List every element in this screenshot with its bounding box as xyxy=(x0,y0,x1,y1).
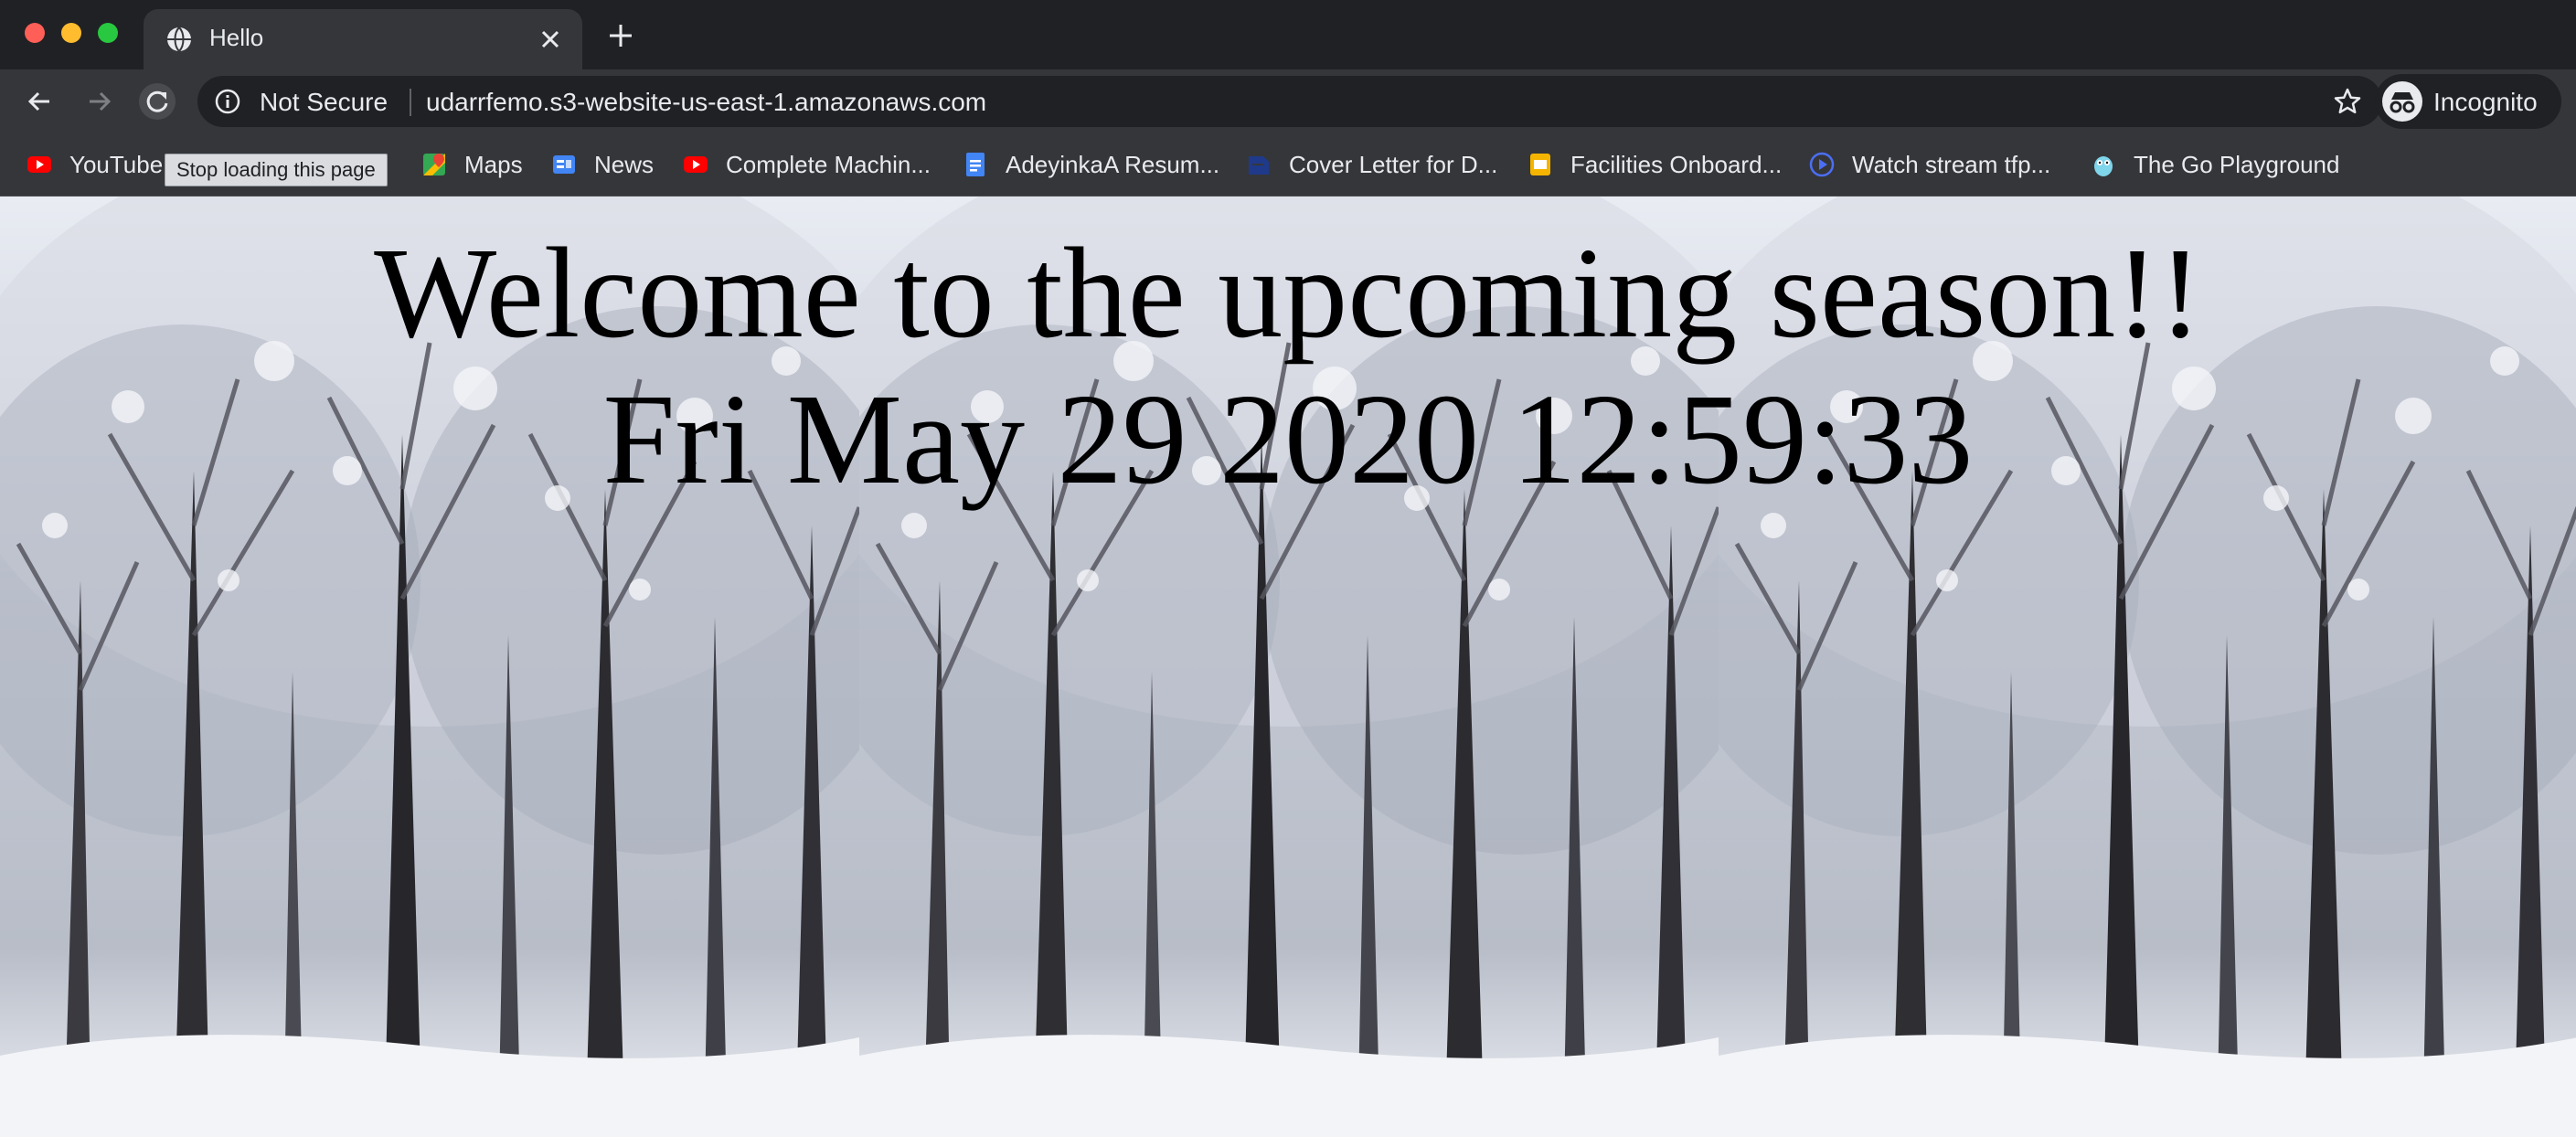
bookmark-maps[interactable]: Maps xyxy=(420,146,523,183)
bookmark-facilities[interactable]: Facilities Onboard... xyxy=(1527,146,1782,183)
bookmark-label: Maps xyxy=(464,150,523,178)
bookmark-label: YouTube xyxy=(69,150,164,178)
forward-button[interactable] xyxy=(80,83,117,120)
globe-icon xyxy=(167,27,191,52)
bookmark-star-icon[interactable] xyxy=(2333,87,2362,116)
close-tab-icon[interactable] xyxy=(538,27,562,51)
minimize-window-button[interactable] xyxy=(61,23,81,43)
bookmark-label: The Go Playground xyxy=(2134,150,2340,178)
bookmarks-bar: YouTube Maps News Complete Machin... Ade… xyxy=(0,133,2576,197)
incognito-icon xyxy=(2382,81,2422,122)
stop-loading-tooltip: Stop loading this page xyxy=(165,154,388,186)
bookmark-go-playground[interactable]: The Go Playground xyxy=(2090,146,2339,183)
bookmark-watch-stream[interactable]: Watch stream tfp... xyxy=(1808,146,2050,183)
doc-icon xyxy=(1249,156,1269,175)
welcome-heading: Welcome to the upcoming season!! xyxy=(374,220,2202,365)
address-bar[interactable]: Not Secure udarrfemo.s3-website-us-east-… xyxy=(197,76,2382,127)
bookmark-cover-letter[interactable]: Cover Letter for D... xyxy=(1245,146,1497,183)
bookmark-label: Facilities Onboard... xyxy=(1570,150,1783,178)
play-icon xyxy=(1809,152,1835,177)
url-text[interactable]: udarrfemo.s3-website-us-east-1.amazonaws… xyxy=(426,88,986,117)
new-tab-icon[interactable] xyxy=(607,22,634,49)
bookmark-complete-machine[interactable]: Complete Machin... xyxy=(682,146,931,183)
security-label[interactable]: Not Secure xyxy=(260,88,388,117)
bookmark-news[interactable]: News xyxy=(550,146,654,183)
bookmark-resume[interactable]: AdeyinkaA Resum... xyxy=(962,146,1219,183)
docs-icon xyxy=(966,153,985,176)
current-datetime: Fri May 29 2020 12:59:33 xyxy=(602,367,1974,511)
maximize-window-button[interactable] xyxy=(98,23,118,43)
tab-strip: Hello xyxy=(0,0,2576,69)
browser-toolbar: Not Secure udarrfemo.s3-website-us-east-… xyxy=(0,69,2576,133)
bookmark-label: AdeyinkaA Resum... xyxy=(1006,150,1220,178)
tab-title: Hello xyxy=(209,24,264,51)
reload-button[interactable] xyxy=(139,83,176,120)
maps-icon xyxy=(423,154,445,175)
bookmark-youtube[interactable]: YouTube xyxy=(26,146,163,183)
arrow-left-icon xyxy=(27,91,49,112)
gopher-icon xyxy=(2094,156,2113,176)
youtube-icon xyxy=(27,156,51,173)
bookmark-label: News xyxy=(594,150,655,178)
incognito-profile-button[interactable]: Incognito xyxy=(2375,74,2561,129)
reload-icon xyxy=(146,90,168,112)
info-icon[interactable] xyxy=(214,88,241,115)
bookmark-label: Cover Letter for D... xyxy=(1289,150,1498,178)
web-page: Welcome to the upcoming season!! Fri May… xyxy=(0,197,2576,1137)
bookmark-label: Watch stream tfp... xyxy=(1852,150,2051,178)
arrow-right-icon xyxy=(90,91,112,112)
incognito-label: Incognito xyxy=(2433,88,2538,116)
news-icon xyxy=(553,155,575,174)
tab-hello[interactable]: Hello xyxy=(144,9,582,69)
bookmark-label: Complete Machin... xyxy=(726,150,931,178)
slides-icon xyxy=(1530,154,1550,175)
omnibox-divider xyxy=(410,89,411,116)
youtube-icon xyxy=(684,156,708,173)
close-window-button[interactable] xyxy=(25,23,45,43)
back-button[interactable] xyxy=(22,83,59,120)
